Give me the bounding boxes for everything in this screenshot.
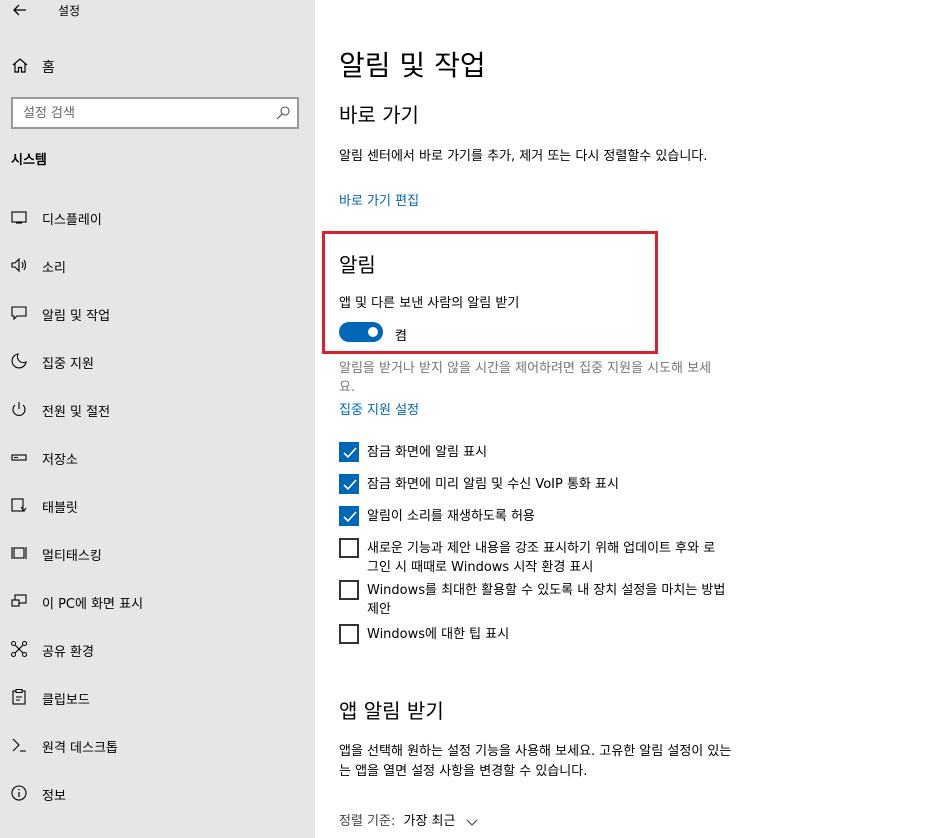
checkmark-icon xyxy=(343,479,357,491)
checkbox-label: 잠금 화면에 알림 표시 xyxy=(367,445,488,460)
quick-actions-description: 알림 센터에서 바로 가기를 추가, 제거 또는 다시 정렬할수 있습니다. xyxy=(339,149,708,164)
remote-desktop-icon xyxy=(12,738,26,752)
sidebar-item-label: 원격 데스크톱 xyxy=(42,741,118,756)
focus-assist-icon xyxy=(11,353,27,369)
power-icon xyxy=(12,402,26,416)
focus-assist-settings-link[interactable]: 집중 지원 설정 xyxy=(339,399,419,418)
checkbox[interactable] xyxy=(339,538,359,558)
title-bar: 설정 xyxy=(0,0,315,24)
display-icon xyxy=(11,211,27,224)
search-input[interactable] xyxy=(13,99,253,127)
checkbox-label: 잠금 화면에 미리 알림 및 수신 VoIP 통화 표시 xyxy=(367,477,619,492)
checkbox-label: Windows를 최대한 활용할 수 있도록 내 장치 설정을 마치는 방법 제… xyxy=(367,581,797,619)
sound-icon xyxy=(11,257,27,273)
app-notifications-description-line2: 는 앱을 열면 설정 사항을 변경할 수 있습니다. xyxy=(339,764,588,779)
sidebar-item-display[interactable]: 디스플레이 xyxy=(0,200,315,236)
checkbox-label-line: 그인 시 때때로 Windows 시작 환경 표시 xyxy=(367,560,594,575)
checkbox[interactable] xyxy=(339,442,359,462)
tablet-icon xyxy=(11,498,27,512)
highlight-annotation xyxy=(322,231,658,354)
checkbox-label: Windows에 대한 팁 표시 xyxy=(367,627,510,642)
sidebar-item-info[interactable]: 정보 xyxy=(0,776,315,812)
notification-icon xyxy=(11,306,27,321)
sidebar-item-project[interactable]: 이 PC에 화면 표시 xyxy=(0,584,315,620)
sidebar-item-label: 홈 xyxy=(42,60,55,76)
sidebar-item-label: 공유 환경 xyxy=(42,645,94,660)
checkbox-label-line: 제안 xyxy=(367,602,391,617)
multitasking-icon xyxy=(11,547,27,559)
checkbox[interactable] xyxy=(339,474,359,494)
sidebar-item-label: 이 PC에 화면 표시 xyxy=(42,597,144,612)
focus-assist-note-line1: 알림을 받거나 받지 않을 시간을 제어하려면 집중 지원을 시도해 보세 xyxy=(339,361,712,376)
sidebar-item-label: 집중 지원 xyxy=(42,357,94,372)
checkmark-icon xyxy=(343,447,357,459)
app-notifications-heading: 앱 알림 받기 xyxy=(339,699,444,723)
project-icon xyxy=(11,594,27,607)
sort-value: 가장 최근 xyxy=(403,814,456,829)
sidebar-item-notifications[interactable]: 알림 및 작업 xyxy=(0,296,315,332)
sidebar-item-label: 디스플레이 xyxy=(42,213,102,228)
sidebar-item-clipboard[interactable]: 클립보드 xyxy=(0,680,315,716)
sidebar: 설정 홈 시스템 디스플레이 소리 xyxy=(0,0,315,838)
sidebar-item-focus-assist[interactable]: 집중 지원 xyxy=(0,344,315,380)
sidebar-item-label: 정보 xyxy=(42,789,66,804)
sidebar-item-label: 태블릿 xyxy=(42,501,78,516)
sort-dropdown[interactable]: 정렬 기준: 가장 최근 xyxy=(339,810,478,829)
checkmark-icon xyxy=(343,511,357,523)
checkbox-label: 새로운 기능과 제안 내용을 강조 표시하기 위해 업데이트 후와 로 그인 시… xyxy=(367,539,797,577)
main-content: 알림 및 작업 바로 가기 알림 센터에서 바로 가기를 추가, 제거 또는 다… xyxy=(315,0,936,838)
sidebar-item-home[interactable]: 홈 xyxy=(0,52,315,80)
app-title: 설정 xyxy=(58,4,81,18)
checkbox[interactable] xyxy=(339,580,359,600)
shared-experiences-icon xyxy=(11,641,27,657)
sidebar-item-label: 클립보드 xyxy=(42,693,90,708)
back-button[interactable] xyxy=(8,0,32,20)
sidebar-item-label: 전원 및 절전 xyxy=(42,405,111,420)
chevron-down-icon xyxy=(466,819,478,826)
sidebar-item-label: 멀티태스킹 xyxy=(42,549,102,564)
sidebar-item-storage[interactable]: 저장소 xyxy=(0,440,315,476)
back-arrow-icon xyxy=(13,4,26,16)
checkbox-label: 알림이 소리를 재생하도록 허용 xyxy=(367,509,535,524)
checkbox-label-line: 새로운 기능과 제안 내용을 강조 표시하기 위해 업데이트 후와 로 xyxy=(367,541,716,556)
sidebar-item-tablet[interactable]: 태블릿 xyxy=(0,488,315,524)
page-title: 알림 및 작업 xyxy=(339,49,486,82)
section-title: 시스템 xyxy=(11,153,47,168)
sidebar-item-label: 저장소 xyxy=(42,453,78,468)
quick-actions-heading: 바로 가기 xyxy=(339,103,419,127)
home-icon xyxy=(12,58,28,73)
checkbox[interactable] xyxy=(339,506,359,526)
edit-quick-actions-link[interactable]: 바로 가기 편집 xyxy=(339,190,419,209)
sidebar-item-remote-desktop[interactable]: 원격 데스크톱 xyxy=(0,728,315,764)
sidebar-item-label: 소리 xyxy=(42,261,66,276)
clipboard-icon xyxy=(12,689,26,705)
info-icon xyxy=(11,785,27,801)
storage-icon xyxy=(11,454,27,461)
sidebar-item-multitasking[interactable]: 멀티태스킹 xyxy=(0,536,315,572)
sidebar-item-label: 알림 및 작업 xyxy=(42,309,111,324)
checkbox-label-line: Windows를 최대한 활용할 수 있도록 내 장치 설정을 마치는 방법 xyxy=(367,583,726,598)
sidebar-item-shared-experiences[interactable]: 공유 환경 xyxy=(0,632,315,668)
sidebar-item-sound[interactable]: 소리 xyxy=(0,248,315,284)
sort-label: 정렬 기준: xyxy=(339,814,396,829)
checkbox[interactable] xyxy=(339,624,359,644)
search-icon[interactable] xyxy=(275,105,291,121)
sidebar-item-power[interactable]: 전원 및 절전 xyxy=(0,392,315,428)
search-box[interactable] xyxy=(11,97,299,129)
app-notifications-description-line1: 앱을 선택해 원하는 설정 기능을 사용해 보세요. 고유한 알림 설정이 있는 xyxy=(339,744,732,759)
focus-assist-note-line2: 요. xyxy=(339,380,356,395)
